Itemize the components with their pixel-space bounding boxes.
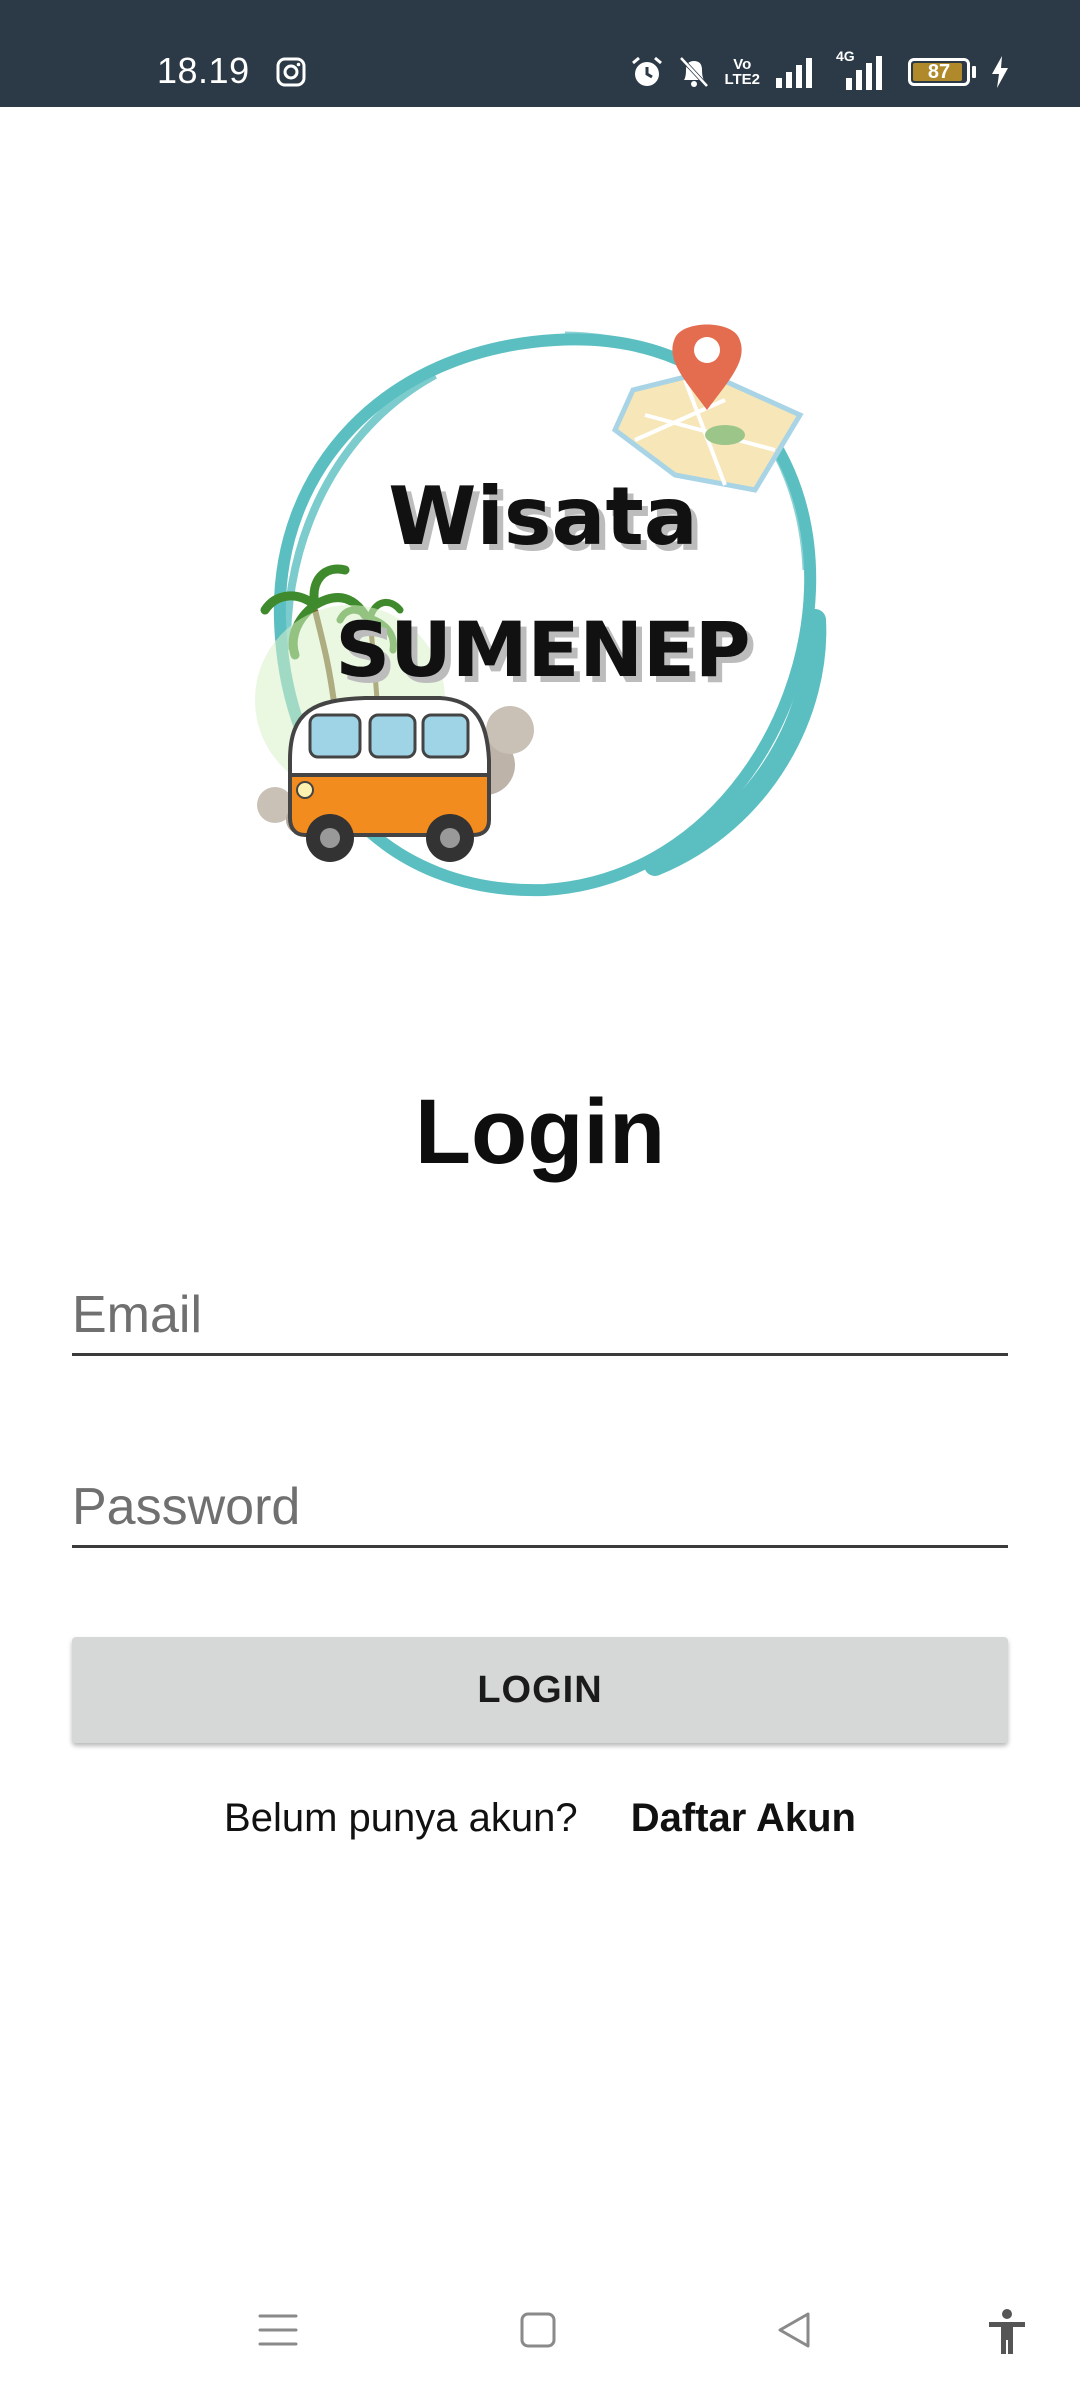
bell-off-icon (679, 56, 709, 88)
van-icon (288, 696, 491, 862)
home-icon[interactable] (518, 2310, 558, 2350)
status-time: 18.19 (157, 50, 250, 91)
signal-icon (776, 58, 812, 88)
page-title: Login (414, 1081, 666, 1183)
navigation-bar (0, 2290, 1080, 2380)
charging-icon (992, 56, 1008, 88)
volte-bottom-label: LTE2 (724, 71, 760, 88)
password-field[interactable] (72, 1468, 1008, 1545)
register-row: Belum punya akun? Daftar Akun (0, 1796, 1080, 1841)
back-icon[interactable] (774, 2310, 814, 2350)
logo-title-line2: SUMENEP (335, 605, 751, 694)
register-prompt: Belum punya akun? (224, 1796, 578, 1840)
menu-icon[interactable] (258, 2310, 298, 2350)
email-field-container (72, 1276, 1008, 1356)
app-logo: Wisata SUMENEP (255, 320, 855, 900)
logo-title-line1: Wisata (388, 470, 698, 563)
instagram-icon (276, 57, 306, 87)
accessibility-icon[interactable] (986, 2308, 1028, 2356)
volte-top-label: Vo (733, 56, 752, 73)
signal-4g-icon: 4G (832, 48, 894, 90)
alarm-icon (632, 56, 663, 86)
status-icons: Vo LTE2 4G 87 (630, 48, 1010, 92)
login-button[interactable]: LOGIN (72, 1637, 1008, 1743)
volte-icon: Vo LTE2 (724, 57, 760, 87)
battery-icon: 87 (908, 58, 970, 86)
register-link[interactable]: Daftar Akun (631, 1796, 856, 1840)
status-bar: 18.19 Vo LTE2 4G 87 (0, 0, 1080, 107)
battery-nub (972, 66, 976, 78)
battery-level: 87 (927, 60, 951, 83)
password-field-container (72, 1468, 1008, 1548)
email-field[interactable] (72, 1276, 1008, 1353)
